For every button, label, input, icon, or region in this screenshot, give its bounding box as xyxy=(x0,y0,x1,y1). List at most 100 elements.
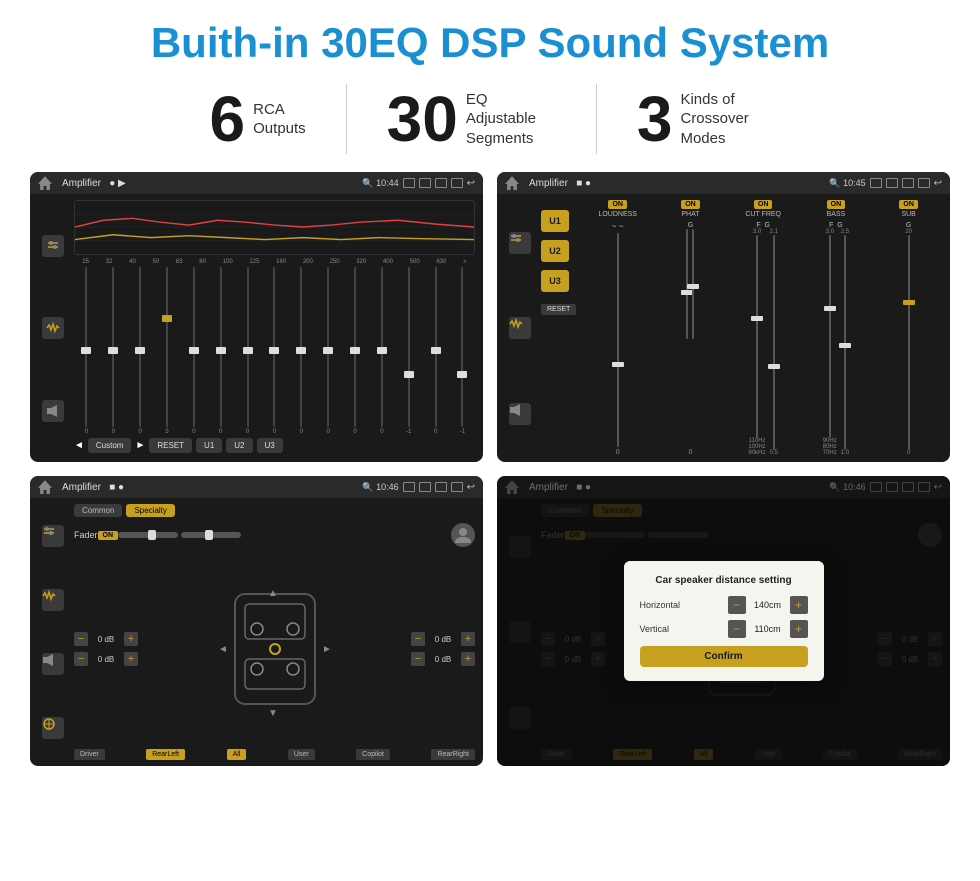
home-icon-1[interactable] xyxy=(38,176,52,190)
eq-thumb-11[interactable] xyxy=(377,347,387,354)
eq-thumb-8[interactable] xyxy=(296,347,306,354)
bass-slider-1[interactable] xyxy=(829,235,831,438)
btn-user[interactable]: User xyxy=(288,749,315,760)
eq-thumb-1[interactable] xyxy=(108,347,118,354)
sub-slider[interactable] xyxy=(908,235,910,450)
fader-avatar[interactable] xyxy=(451,523,475,547)
eq-track-12[interactable] xyxy=(408,267,410,427)
fader-icon-wave[interactable] xyxy=(42,589,64,611)
tab-common[interactable]: Common xyxy=(74,504,122,517)
fader-icon-balance[interactable] xyxy=(42,717,64,739)
tab-specialty[interactable]: Specialty xyxy=(126,504,174,517)
crossover-reset-button[interactable]: RESET xyxy=(541,304,576,315)
db-plus-fl[interactable]: + xyxy=(124,632,138,646)
bass-thumb-1[interactable] xyxy=(824,306,836,311)
db-minus-rl[interactable]: − xyxy=(74,652,88,666)
bass-thumb-2[interactable] xyxy=(839,343,851,348)
bass-slider-2[interactable] xyxy=(844,235,846,450)
loudness-on-badge[interactable]: ON xyxy=(608,200,627,209)
eq-reset-button[interactable]: RESET xyxy=(149,438,192,453)
sub-on-badge[interactable]: ON xyxy=(899,200,918,209)
eq-thumb-9[interactable] xyxy=(323,347,333,354)
eq-track-3[interactable] xyxy=(166,267,168,427)
cutfreq-slider-2[interactable] xyxy=(773,235,775,450)
bass-on-badge[interactable]: ON xyxy=(827,200,846,209)
db-plus-rr[interactable]: + xyxy=(461,652,475,666)
btn-copilot[interactable]: Copilot xyxy=(356,749,390,760)
eq-thumb-5[interactable] xyxy=(216,347,226,354)
db-minus-rr[interactable]: − xyxy=(411,652,425,666)
fader-h-slider-1[interactable] xyxy=(118,532,178,538)
back-icon-1[interactable]: ↩ xyxy=(467,178,475,189)
dialog-minus-vertical[interactable]: − xyxy=(728,620,746,638)
eq-track-4[interactable] xyxy=(193,267,195,427)
fader-h-thumb-1[interactable] xyxy=(148,530,156,540)
eq-custom-button[interactable]: Custom xyxy=(88,438,132,453)
dialog-minus-horizontal[interactable]: − xyxy=(728,596,746,614)
u2-select-button[interactable]: U2 xyxy=(541,240,569,262)
eq-thumb-6[interactable] xyxy=(243,347,253,354)
fader-icon-speaker[interactable] xyxy=(42,653,64,675)
btn-rearright[interactable]: RearRight xyxy=(431,749,475,760)
eq-thumb-10[interactable] xyxy=(350,347,360,354)
btn-driver[interactable]: Driver xyxy=(74,749,105,760)
cutfreq-thumb-1[interactable] xyxy=(751,316,763,321)
eq-thumb-7[interactable] xyxy=(269,347,279,354)
eq-thumb-3[interactable] xyxy=(162,315,172,322)
eq-track-5[interactable] xyxy=(220,267,222,427)
phat-on-badge[interactable]: ON xyxy=(681,200,700,209)
dialog-confirm-button[interactable]: Confirm xyxy=(640,646,808,667)
eq-icon-tune[interactable] xyxy=(42,235,64,257)
eq-track-11[interactable] xyxy=(381,267,383,427)
cutfreq-slider-1[interactable] xyxy=(756,235,758,438)
crossover-icon-speaker[interactable] xyxy=(509,403,531,425)
eq-track-8[interactable] xyxy=(300,267,302,427)
u3-select-button[interactable]: U3 xyxy=(541,270,569,292)
loudness-slider[interactable] xyxy=(617,233,619,447)
sub-thumb[interactable] xyxy=(903,300,915,305)
cutfreq-thumb-2[interactable] xyxy=(768,364,780,369)
btn-rearleft[interactable]: RearLeft xyxy=(146,749,185,760)
eq-track-7[interactable] xyxy=(273,267,275,427)
db-minus-fl[interactable]: − xyxy=(74,632,88,646)
crossover-icon-tune[interactable] xyxy=(509,232,531,254)
fader-on-button[interactable]: ON xyxy=(98,531,119,540)
eq-track-13[interactable] xyxy=(435,267,437,427)
u1-select-button[interactable]: U1 xyxy=(541,210,569,232)
eq-track-10[interactable] xyxy=(354,267,356,427)
eq-u1-button[interactable]: U1 xyxy=(196,438,222,453)
eq-icon-wave[interactable] xyxy=(42,317,64,339)
crossover-icon-wave[interactable] xyxy=(509,317,531,339)
dialog-plus-horizontal[interactable]: + xyxy=(790,596,808,614)
eq-thumb-2[interactable] xyxy=(135,347,145,354)
eq-track-1[interactable] xyxy=(112,267,114,427)
phat-thumb-2[interactable] xyxy=(687,284,699,289)
loudness-thumb[interactable] xyxy=(612,362,624,367)
db-minus-fr[interactable]: − xyxy=(411,632,425,646)
eq-prev-button[interactable]: ◄ xyxy=(74,440,84,451)
eq-thumb-0[interactable] xyxy=(81,347,91,354)
btn-all[interactable]: All xyxy=(227,749,247,760)
eq-u3-button[interactable]: U3 xyxy=(257,438,283,453)
fader-h-slider-2[interactable] xyxy=(181,532,241,538)
fader-h-thumb-2[interactable] xyxy=(205,530,213,540)
eq-track-0[interactable] xyxy=(85,267,87,427)
dialog-plus-vertical[interactable]: + xyxy=(790,620,808,638)
eq-thumb-13[interactable] xyxy=(431,347,441,354)
phat-slider-2[interactable] xyxy=(692,229,694,339)
eq-track-6[interactable] xyxy=(247,267,249,427)
home-icon-3[interactable] xyxy=(38,480,52,494)
fader-icon-tune[interactable] xyxy=(42,525,64,547)
eq-thumb-14[interactable] xyxy=(457,371,467,378)
db-plus-rl[interactable]: + xyxy=(124,652,138,666)
cutfreq-on-badge[interactable]: ON xyxy=(754,200,773,209)
home-icon-2[interactable] xyxy=(505,176,519,190)
eq-u2-button[interactable]: U2 xyxy=(226,438,252,453)
eq-next-button[interactable]: ► xyxy=(135,440,145,451)
eq-track-14[interactable] xyxy=(461,267,463,427)
db-plus-fr[interactable]: + xyxy=(461,632,475,646)
back-icon-3[interactable]: ↩ xyxy=(467,482,475,493)
eq-thumb-12[interactable] xyxy=(404,371,414,378)
eq-thumb-4[interactable] xyxy=(189,347,199,354)
eq-track-9[interactable] xyxy=(327,267,329,427)
